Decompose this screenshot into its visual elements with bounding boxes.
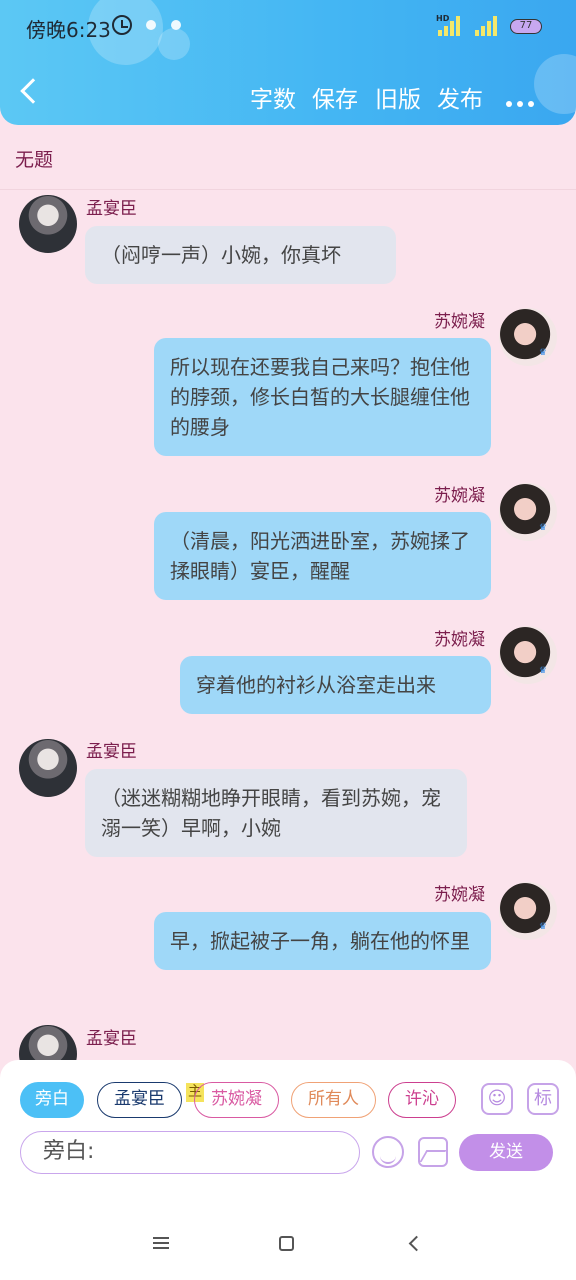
avatar[interactable] [19,739,77,797]
image-icon[interactable] [418,1137,448,1167]
notification-icon [171,20,181,30]
save-button[interactable]: 保存 [312,80,358,114]
chat-bubble[interactable]: 所以现在还要我自己来吗？抱住他的脖颈，修长白皙的大长腿缠住他的腰身 [154,338,491,456]
battery-level: 77 [519,20,533,31]
chat-bubble[interactable]: 穿着他的衬衫从浴室走出来 [180,656,491,714]
speaker-name: 孟宴臣 [86,742,137,762]
role-chip-xu[interactable]: 许沁 [388,1082,456,1118]
menu-icon[interactable] [153,1237,169,1249]
signal-icon [438,16,462,38]
divider [0,189,576,190]
avatar[interactable] [19,195,77,253]
avatar[interactable] [499,308,557,366]
role-chip-meng[interactable]: 孟宴臣 [97,1082,182,1118]
avatar[interactable] [499,626,557,684]
word-count-button[interactable]: 字数 [250,80,296,114]
avatar[interactable] [499,882,557,940]
role-chip-narrator[interactable]: 旁白 [20,1082,84,1118]
page-title[interactable]: 无题 [15,145,53,172]
old-version-button[interactable]: 旧版 [375,80,421,114]
speaker-name: 苏婉凝 [434,885,485,905]
status-bar: 傍晚6:23 HD 77 [0,0,576,54]
avatar[interactable] [499,483,557,541]
chat-bubble[interactable]: （闷哼一声）小婉，你真坏 [85,226,396,284]
role-chip-everyone[interactable]: 所有人 [291,1082,376,1118]
chat-bubble[interactable]: 早，掀起被子一角，躺在他的怀里 [154,912,491,970]
tag-icon[interactable]: 标 [527,1083,559,1115]
more-options-icon[interactable] [506,92,539,111]
speaker-name: 苏婉凝 [434,312,485,332]
person-card-icon[interactable]: ☺ [481,1083,513,1115]
chat-bubble[interactable]: （清晨，阳光洒进卧室，苏婉揉了揉眼睛）宴臣，醒醒 [154,512,491,600]
emoji-icon[interactable] [372,1136,404,1168]
notification-icon [146,20,156,30]
speaker-name: 孟宴臣 [86,1029,137,1049]
status-time: 傍晚6:23 [26,18,111,42]
alarm-icon [112,15,132,35]
signal-icon [475,16,499,38]
message-input[interactable]: 旁白: [20,1131,360,1174]
decor-bubble [534,54,576,114]
speaker-name: 苏婉凝 [434,630,485,650]
publish-button[interactable]: 发布 [437,80,483,114]
chat-bubble[interactable]: （迷迷糊糊地睁开眼睛，看到苏婉，宠溺一笑）早啊，小婉 [85,769,467,857]
speaker-name: 苏婉凝 [434,486,485,506]
role-chip-su[interactable]: 苏婉凝 [194,1082,279,1118]
battery-icon: 77 [510,19,542,34]
send-button[interactable]: 发送 [459,1134,553,1171]
home-icon[interactable] [279,1236,294,1251]
speaker-name: 孟宴臣 [86,199,137,219]
